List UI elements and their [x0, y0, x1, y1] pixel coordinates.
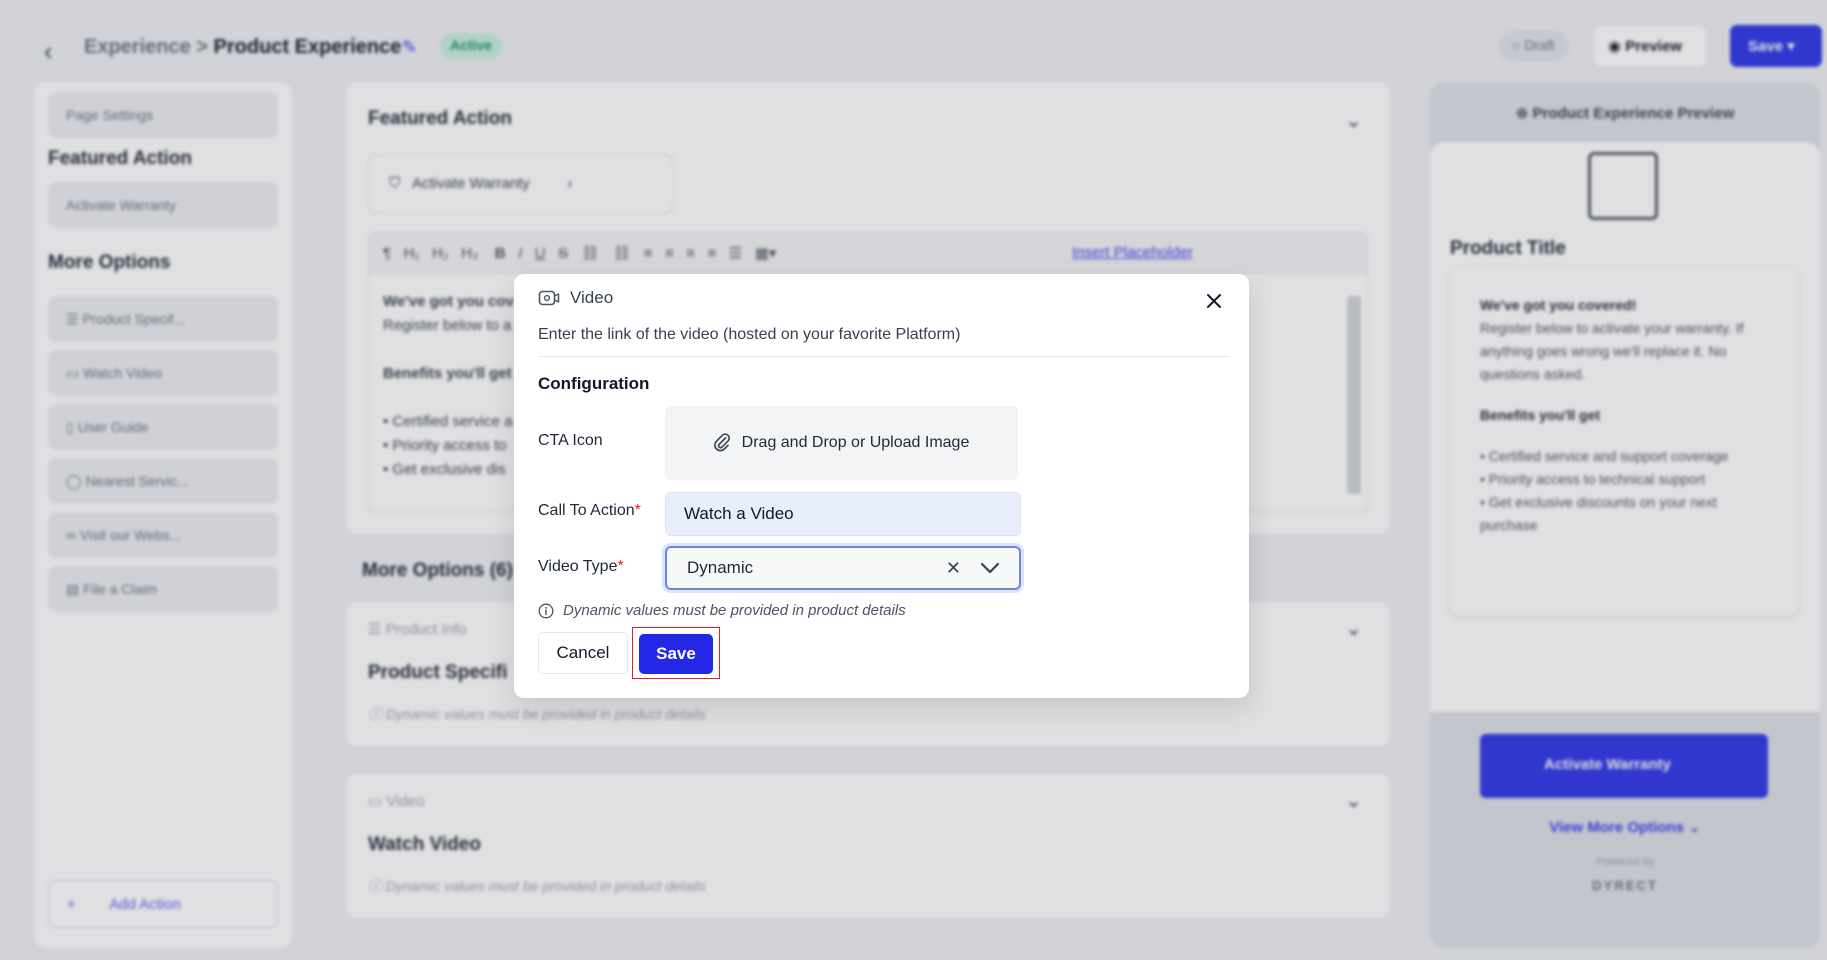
image-upload-dropzone[interactable]: Drag and Drop or Upload Image	[665, 406, 1018, 480]
modal-divider	[538, 356, 1229, 357]
modal-title: Video	[570, 288, 614, 307]
video-type-label: Video Type*	[538, 558, 624, 576]
dynamic-hint: Dynamic values must be provided in produ…	[538, 602, 906, 619]
info-icon	[538, 603, 554, 618]
chevron-down-icon[interactable]	[979, 559, 1001, 577]
modal-header: Video	[538, 288, 613, 308]
cancel-button[interactable]: Cancel	[538, 632, 628, 674]
required-mark: *	[617, 558, 624, 575]
video-camera-icon	[538, 290, 560, 306]
video-type-value: Dynamic	[687, 558, 754, 577]
clear-icon[interactable]: ✕	[946, 558, 961, 579]
video-type-select[interactable]: Dynamic ✕	[665, 546, 1021, 590]
save-button[interactable]: Save	[639, 634, 713, 674]
modal-description: Enter the link of the video (hosted on y…	[538, 326, 961, 343]
close-icon[interactable]	[1201, 288, 1227, 314]
paperclip-icon	[713, 433, 730, 452]
dynamic-hint-text: Dynamic values must be provided in produ…	[563, 602, 906, 619]
cta-input[interactable]	[665, 492, 1021, 536]
cta-icon-label: CTA Icon	[538, 432, 603, 449]
upload-label: Drag and Drop or Upload Image	[741, 434, 970, 451]
required-mark: *	[634, 502, 641, 519]
video-type-label-text: Video Type	[538, 558, 618, 575]
video-config-modal: Video Enter the link of the video (hoste…	[514, 274, 1249, 698]
configuration-heading: Configuration	[538, 374, 650, 393]
cta-label-text: Call To Action	[538, 502, 635, 519]
cta-label: Call To Action*	[538, 502, 641, 520]
